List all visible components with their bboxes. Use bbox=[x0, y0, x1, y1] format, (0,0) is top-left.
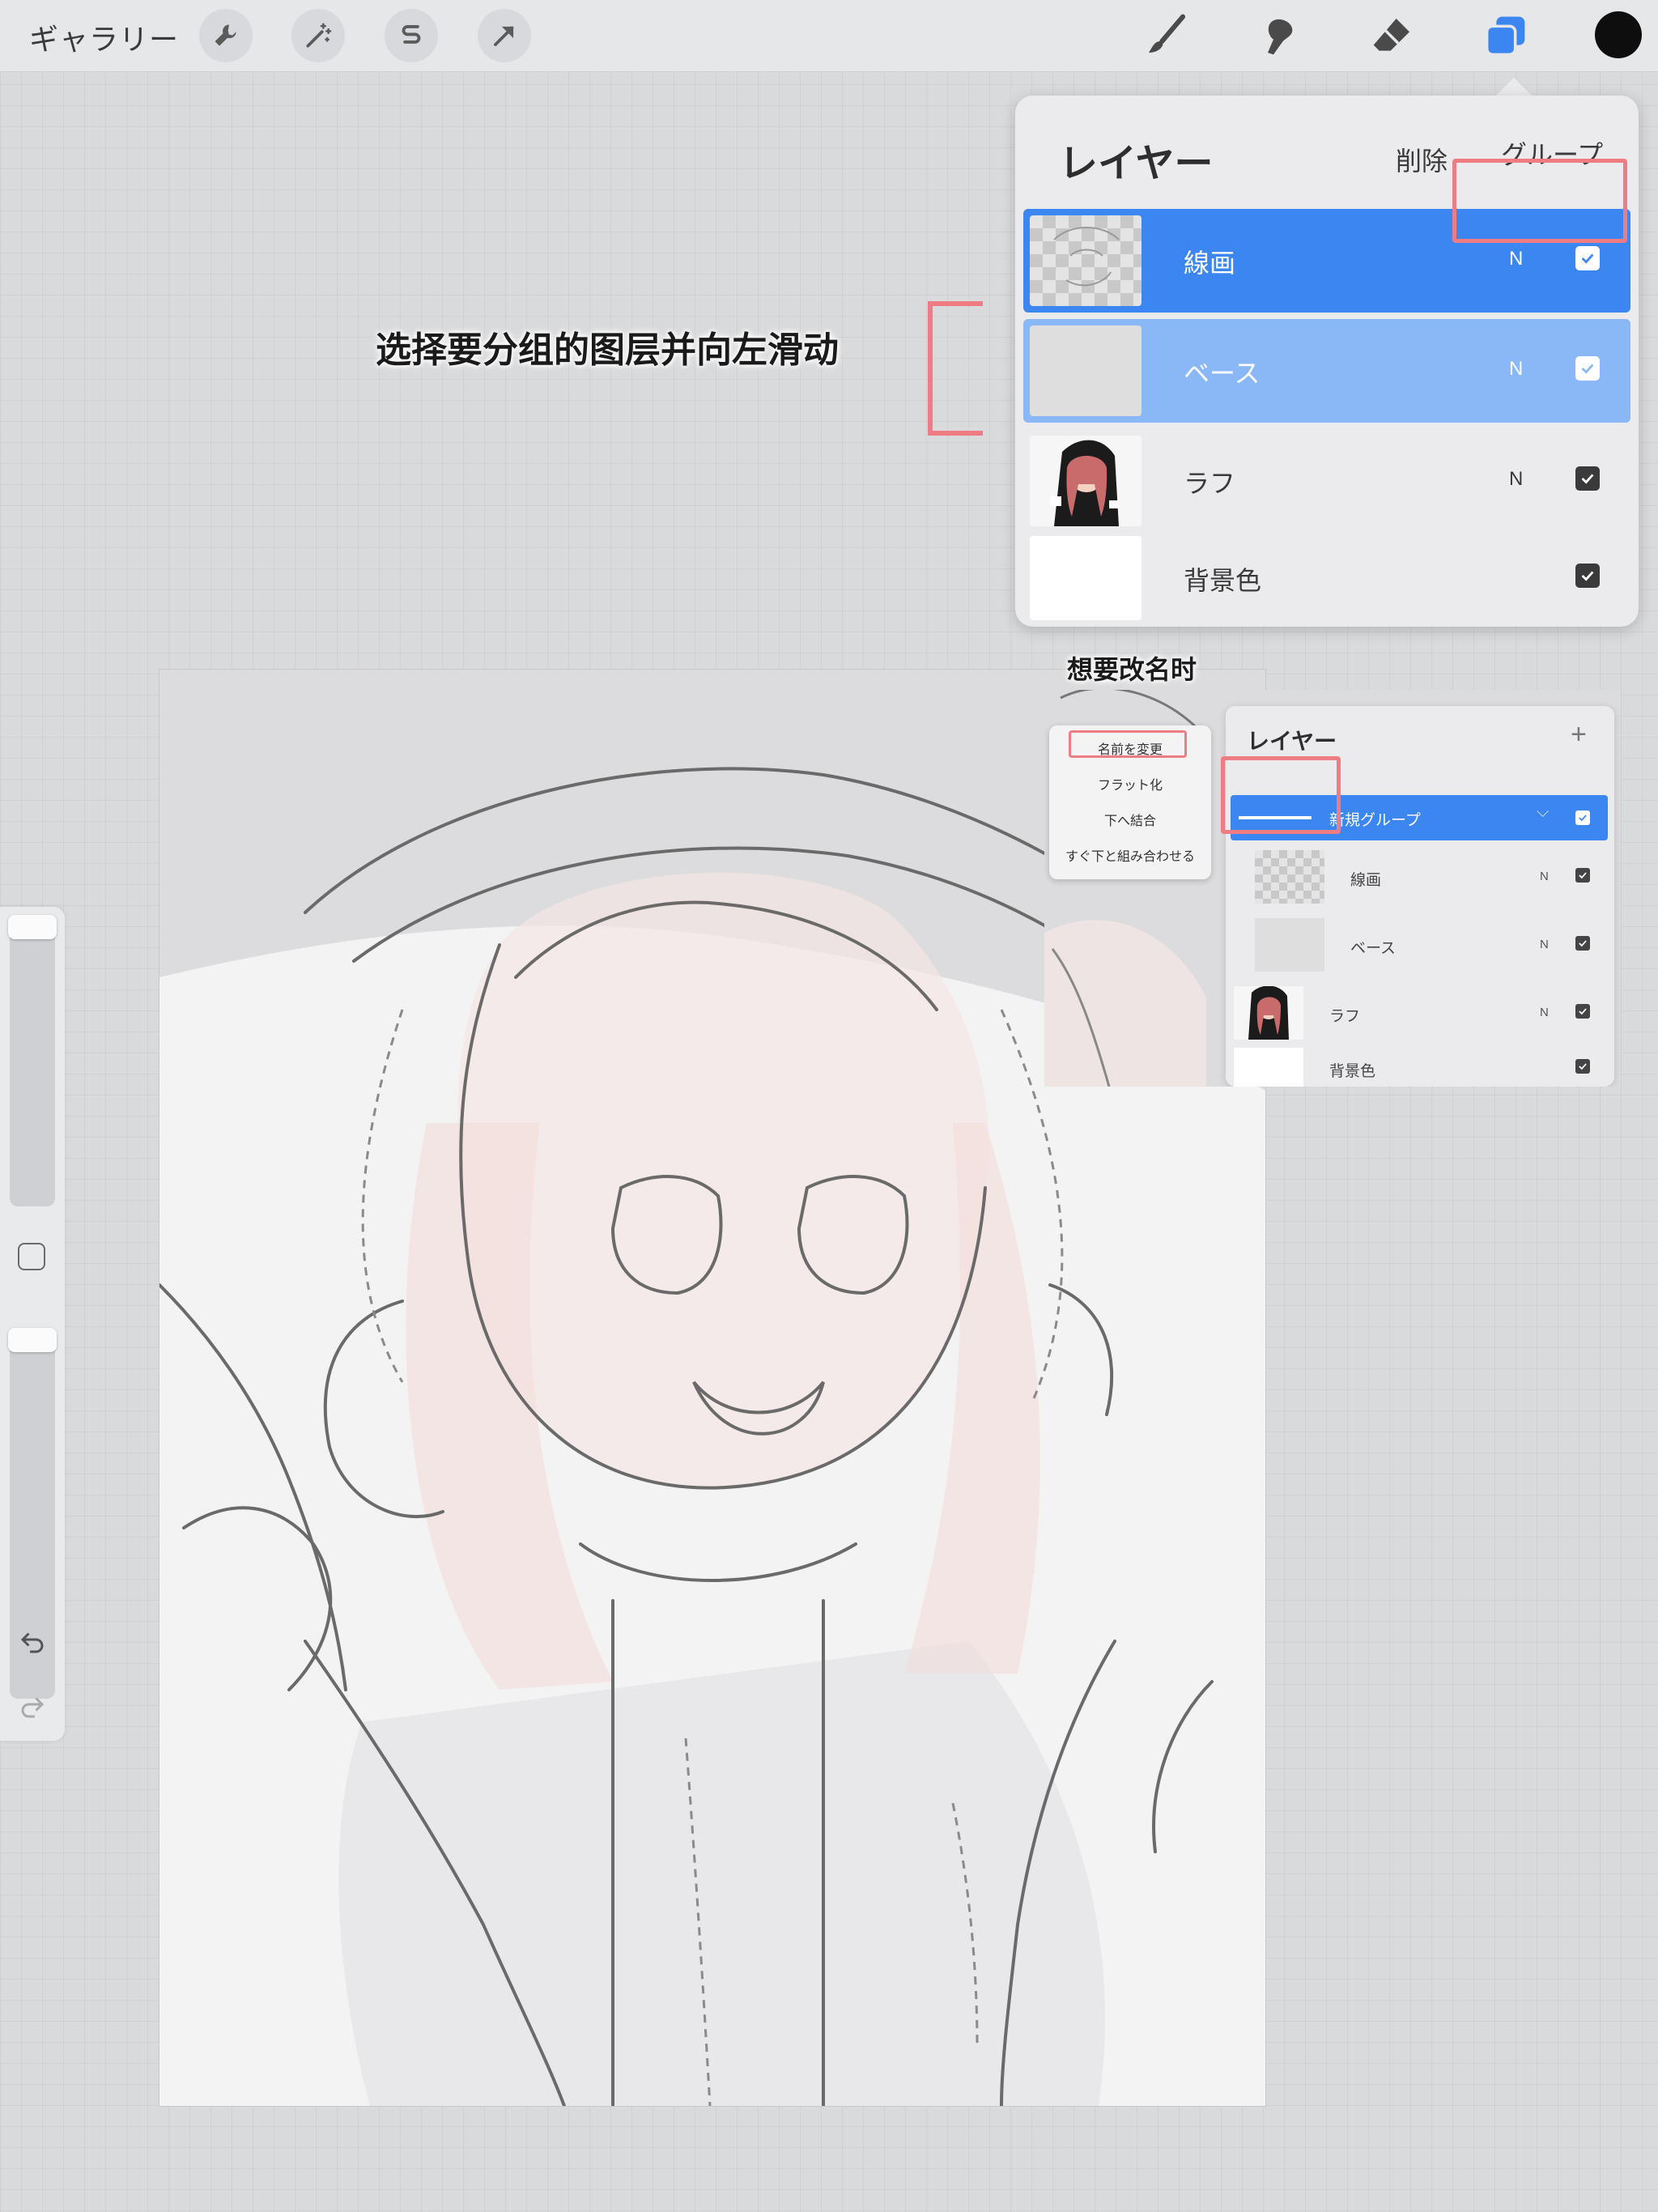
layer-row-lineart[interactable]: 線画 N bbox=[1231, 845, 1608, 908]
layer-thumbnail bbox=[1234, 1048, 1303, 1087]
layer-name: 線画 bbox=[1184, 249, 1236, 278]
selection-bracket bbox=[928, 301, 983, 436]
redo-icon[interactable] bbox=[16, 1692, 49, 1721]
opacity-thumb[interactable] bbox=[8, 1328, 57, 1352]
layer-thumbnail bbox=[1255, 850, 1324, 904]
brush-size-slider[interactable] bbox=[10, 925, 55, 1206]
layer-row-background[interactable]: 背景色 bbox=[1023, 530, 1630, 627]
layer-name: 線画 bbox=[1350, 872, 1382, 889]
layer-row-rough[interactable]: ラフ N bbox=[1231, 981, 1608, 1044]
blend-mode-button[interactable]: N bbox=[1509, 468, 1523, 491]
chevron-down-icon[interactable]: ⌵ bbox=[1537, 803, 1549, 822]
eraser-icon[interactable] bbox=[1368, 11, 1417, 60]
layer-thumbnail bbox=[1030, 215, 1141, 306]
layer-row-base[interactable]: ベース N bbox=[1023, 319, 1630, 423]
layer-name: 新規グループ bbox=[1329, 812, 1421, 829]
layer-row-rough[interactable]: ラフ N bbox=[1023, 429, 1630, 533]
layer-thumbnail bbox=[1030, 536, 1141, 620]
visibility-checkbox[interactable] bbox=[1575, 936, 1590, 951]
visibility-checkbox[interactable] bbox=[1575, 868, 1590, 883]
layer-name: 背景色 bbox=[1184, 566, 1262, 595]
left-sidebar bbox=[0, 907, 65, 1741]
smudge-icon[interactable] bbox=[1255, 11, 1303, 60]
selection-s-icon[interactable] bbox=[385, 9, 438, 62]
layer-thumbnail bbox=[1234, 986, 1303, 1040]
visibility-checkbox[interactable] bbox=[1575, 810, 1590, 825]
visibility-checkbox[interactable] bbox=[1575, 466, 1600, 491]
brush-size-thumb[interactable] bbox=[8, 915, 57, 939]
layers-icon[interactable] bbox=[1482, 11, 1530, 60]
layer-row-base[interactable]: ベース N bbox=[1231, 913, 1608, 976]
menu-item-combine-down[interactable]: すぐ下と組み合わせる bbox=[1049, 845, 1211, 865]
visibility-checkbox[interactable] bbox=[1575, 564, 1600, 588]
magic-wand-icon[interactable] bbox=[291, 9, 345, 62]
blend-mode-button[interactable]: N bbox=[1540, 938, 1549, 951]
layer-name: ベース bbox=[1184, 359, 1261, 388]
gallery-button[interactable]: ギャラリー bbox=[29, 16, 179, 58]
layer-name: ラフ bbox=[1184, 469, 1236, 498]
group-thumbnail-highlight bbox=[1221, 756, 1341, 834]
layer-thumbnail bbox=[1030, 436, 1141, 526]
menu-item-merge-down[interactable]: 下へ結合 bbox=[1049, 810, 1211, 829]
layer-name: 背景色 bbox=[1329, 1063, 1376, 1080]
visibility-checkbox[interactable] bbox=[1575, 1004, 1590, 1019]
add-layer-button[interactable]: + bbox=[1571, 719, 1587, 751]
wrench-icon[interactable] bbox=[199, 9, 253, 62]
undo-icon[interactable] bbox=[16, 1627, 49, 1657]
layers-panel-title: レイヤー bbox=[1059, 143, 1214, 185]
group-button-highlight bbox=[1452, 159, 1627, 243]
visibility-checkbox[interactable] bbox=[1575, 246, 1600, 270]
rename-inset-screenshot: 名前を変更 フラット化 下へ結合 すぐ下と組み合わせる レイヤー + 新規グルー… bbox=[1044, 690, 1621, 1087]
layer-name: ラフ bbox=[1329, 1008, 1361, 1025]
layers-panel-caret bbox=[1496, 78, 1532, 96]
layer-row-background[interactable]: 背景色 bbox=[1231, 1046, 1608, 1087]
layer-thumbnail bbox=[1030, 325, 1141, 416]
transform-arrow-icon[interactable] bbox=[478, 9, 531, 62]
blend-mode-button[interactable]: N bbox=[1509, 248, 1523, 270]
inset-layers-title: レイヤー bbox=[1247, 729, 1337, 754]
top-toolbar: ギャラリー bbox=[0, 0, 1658, 72]
layer-thumbnail bbox=[1255, 918, 1324, 972]
layer-name: ベース bbox=[1350, 940, 1397, 957]
visibility-checkbox[interactable] bbox=[1575, 356, 1600, 381]
blend-mode-button[interactable]: N bbox=[1540, 1006, 1549, 1019]
rename-highlight bbox=[1069, 730, 1187, 758]
swipe-instruction-callout: 选择要分组的图层并向左滑动 bbox=[376, 330, 839, 370]
rename-callout: 想要改名时 bbox=[1067, 655, 1197, 684]
menu-item-flatten[interactable]: フラット化 bbox=[1049, 774, 1211, 793]
blend-mode-button[interactable]: N bbox=[1540, 870, 1549, 883]
visibility-checkbox[interactable] bbox=[1575, 1059, 1590, 1074]
delete-button[interactable]: 削除 bbox=[1396, 141, 1448, 178]
color-swatch-button[interactable] bbox=[1595, 11, 1642, 58]
blend-mode-button[interactable]: N bbox=[1509, 358, 1523, 381]
modify-square-icon[interactable] bbox=[18, 1243, 45, 1270]
brush-icon[interactable] bbox=[1141, 11, 1190, 60]
